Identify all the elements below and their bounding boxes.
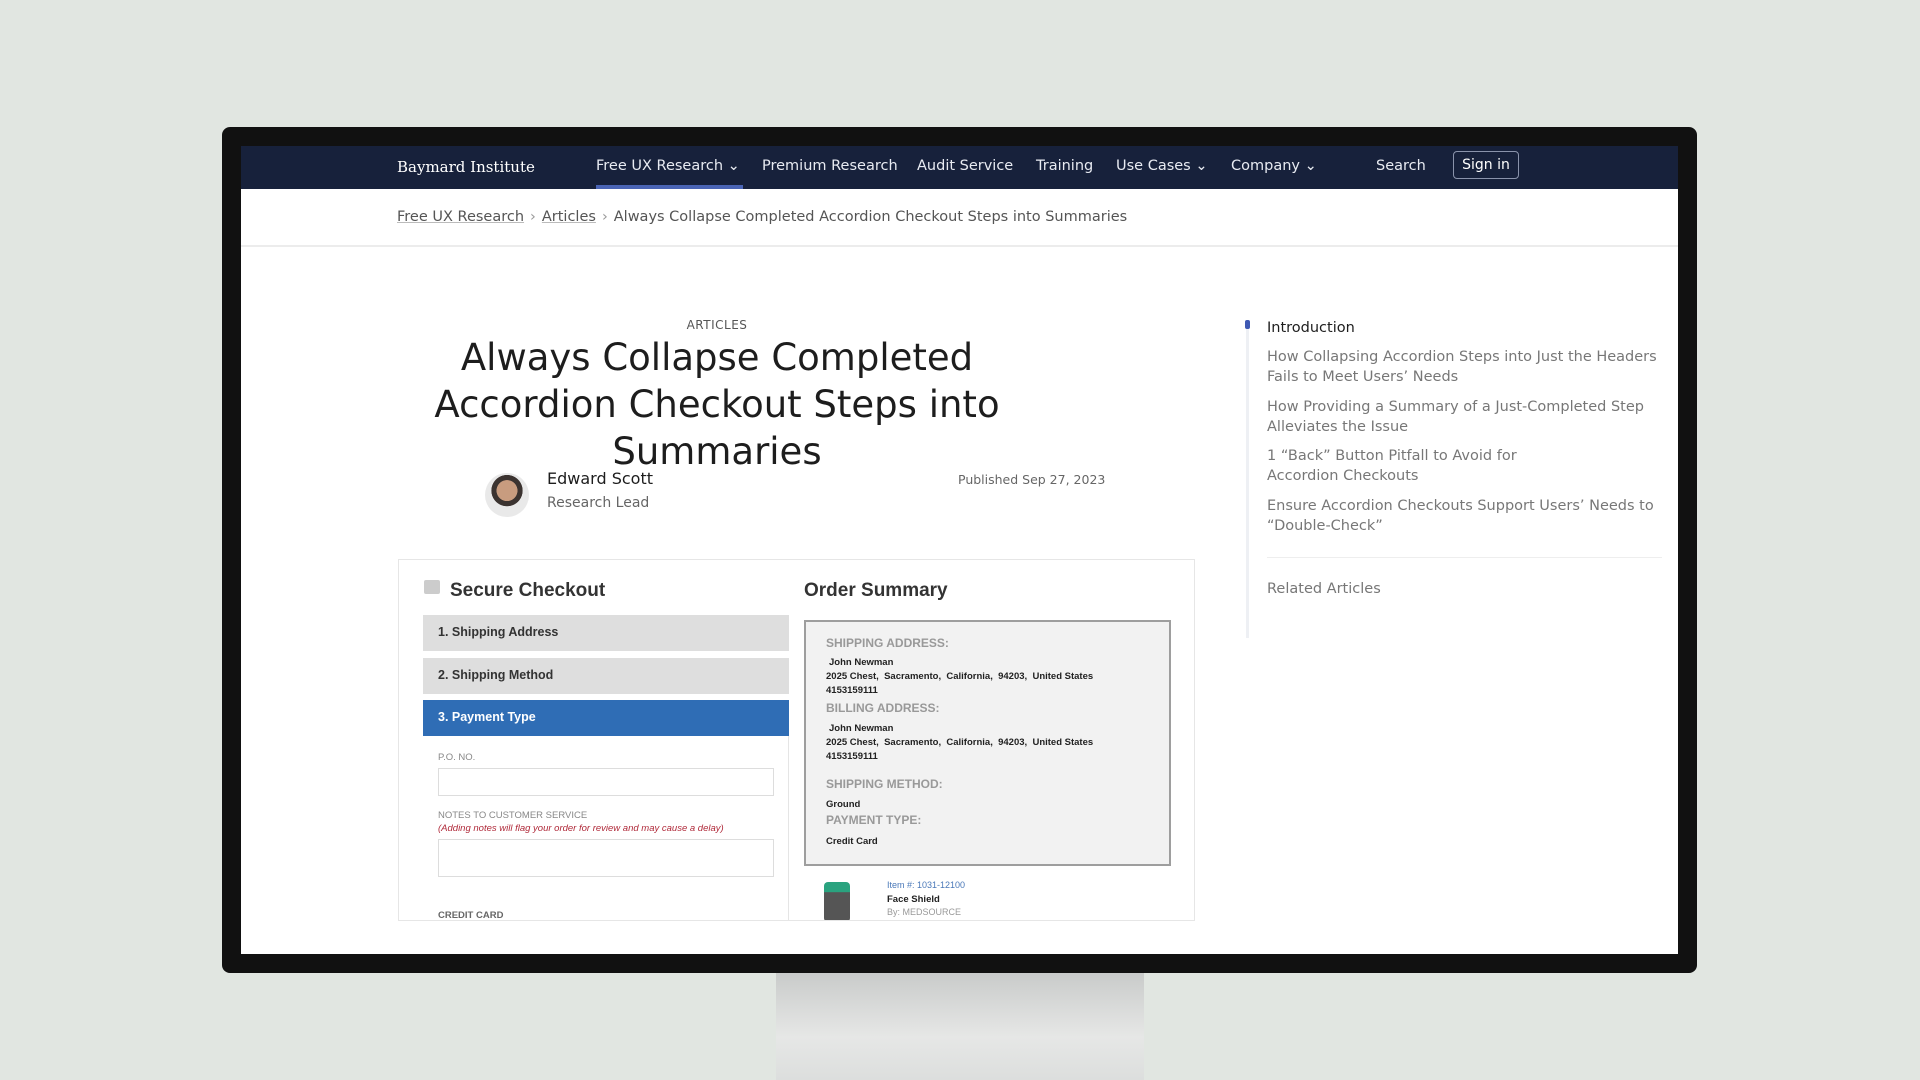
bill-name: John Newman (829, 723, 894, 734)
payment-type: Credit Card (826, 836, 878, 847)
divider (241, 245, 1678, 247)
item-name: Face Shield (887, 894, 940, 905)
step-shipping-method: 2. Shipping Method (423, 658, 789, 694)
bill-address: 2025 Chest, Sacramento, California, 9420… (826, 737, 1094, 748)
nav-audit-service[interactable]: Audit Service (917, 158, 1013, 174)
nav-company[interactable]: Company ⌄ (1231, 158, 1317, 174)
browser-screen: Baymard Institute Free UX Research ⌄ Pre… (241, 146, 1678, 954)
notes-label: NOTES TO CUSTOMER SERVICE (438, 810, 588, 821)
avatar (485, 473, 529, 517)
monitor-stand (776, 973, 1144, 1080)
ship-name: John Newman (829, 657, 894, 668)
breadcrumb-free-ux-research[interactable]: Free UX Research (397, 209, 524, 225)
order-summary-title: Order Summary (804, 580, 948, 601)
breadcrumb: Free UX Research › Articles › Always Collaps… (397, 209, 1127, 225)
author-role: Research Lead (547, 495, 650, 511)
divider (1267, 557, 1662, 558)
breadcrumb-current: Always Collapse Completed Accordion Chec… (613, 209, 1128, 225)
chevron-down-icon: ⌄ (1195, 158, 1208, 174)
chevron-down-icon: ⌄ (1304, 158, 1317, 174)
lock-icon (424, 580, 440, 594)
ship-address: 2025 Chest, Sacramento, California, 9420… (826, 671, 1094, 682)
toc-item[interactable]: Ensure Accordion Checkouts Support Users… (1267, 496, 1667, 536)
payment-type-heading: PAYMENT TYPE: (826, 813, 922, 827)
toc-item[interactable]: How Providing a Summary of a Just-Comple… (1267, 397, 1667, 437)
po-label: P.O. NO. (438, 752, 476, 763)
nav-label: Free UX Research (596, 158, 724, 174)
item-number: Item #: 1031-12100 (887, 880, 966, 890)
toc-track (1246, 322, 1249, 638)
top-nav: Baymard Institute Free UX Research ⌄ Pre… (241, 146, 1678, 189)
published-date: Published Sep 27, 2023 (958, 472, 1106, 487)
breadcrumb-articles[interactable]: Articles (542, 209, 596, 225)
step-payment-type: 3. Payment Type (423, 700, 789, 736)
nav-training[interactable]: Training (1036, 158, 1093, 174)
checkout-figure: Secure Checkout 1. Shipping Address 2. S… (398, 559, 1195, 921)
notes-textarea (438, 839, 774, 877)
logo[interactable]: Baymard Institute (397, 158, 535, 176)
page-title: Always Collapse Completed Accordion Chec… (434, 336, 1000, 473)
ship-phone: 4153159111 (826, 685, 878, 696)
nav-use-cases[interactable]: Use Cases ⌄ (1116, 158, 1208, 174)
nav-label: Use Cases (1116, 158, 1191, 174)
shipping-address-heading: SHIPPING ADDRESS: (826, 636, 949, 650)
billing-address-heading: BILLING ADDRESS: (826, 701, 940, 715)
chevron-right-icon: › (530, 209, 536, 225)
chevron-down-icon: ⌄ (727, 158, 740, 174)
shipping-method-heading: SHIPPING METHOD: (826, 777, 943, 791)
toc-item-introduction[interactable]: Introduction (1267, 318, 1667, 338)
search-link[interactable]: Search (1376, 158, 1426, 174)
active-indicator (596, 185, 743, 189)
nav-label: Company (1231, 158, 1300, 174)
bill-phone: 4153159111 (826, 751, 878, 762)
item-by: By: MEDSOURCE (887, 907, 962, 917)
order-summary-box: SHIPPING ADDRESS: John Newman 2025 Chest… (804, 620, 1171, 866)
author-name[interactable]: Edward Scott (547, 469, 653, 488)
toc-related-articles[interactable]: Related Articles (1267, 579, 1667, 599)
notes-warning: (Adding notes will flag your order for r… (438, 823, 724, 834)
sign-in-button[interactable]: Sign in (1453, 151, 1519, 179)
step-shipping-address: 1. Shipping Address (423, 615, 789, 651)
article-kicker: ARTICLES (686, 318, 748, 332)
toc-item[interactable]: How Collapsing Accordion Steps into Just… (1267, 347, 1667, 387)
nav-premium-research[interactable]: Premium Research (762, 158, 898, 174)
nav-free-ux-research[interactable]: Free UX Research ⌄ (596, 158, 740, 174)
face-shield-image (824, 882, 850, 920)
toc-item[interactable]: 1 “Back” Button Pitfall to Avoid for Acc… (1267, 446, 1537, 486)
toc-progress-marker (1245, 320, 1250, 329)
po-input (438, 768, 774, 796)
checkout-title: Secure Checkout (450, 580, 606, 601)
shipping-method: Ground (826, 799, 861, 810)
chevron-right-icon: › (601, 209, 608, 225)
credit-card-label: CREDIT CARD (438, 910, 504, 921)
divider (788, 736, 789, 920)
